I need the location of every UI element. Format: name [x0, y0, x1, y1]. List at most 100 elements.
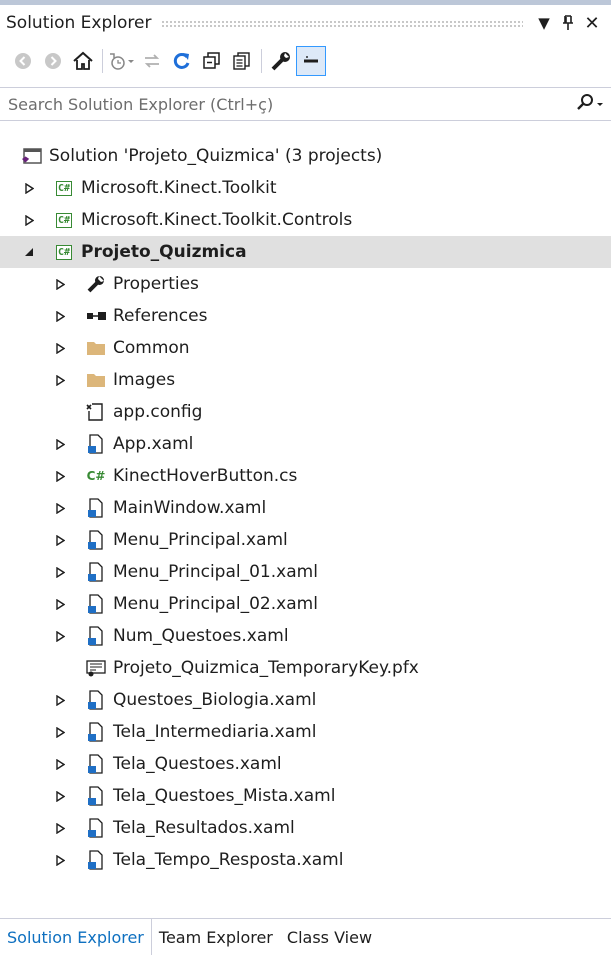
tree-item-folder[interactable]: Common [0, 332, 611, 364]
expand-arrow-icon[interactable] [52, 564, 68, 580]
tree-item-label: Common [113, 338, 190, 358]
back-icon[interactable] [8, 46, 38, 76]
search-icon[interactable] [575, 92, 595, 117]
tree-item-file[interactable]: Menu_Principal_02.xaml [0, 588, 611, 620]
xaml-file-icon [85, 721, 107, 743]
expand-arrow-icon[interactable] [52, 276, 68, 292]
tab-team-explorer[interactable]: Team Explorer [152, 919, 280, 955]
csharp-project-icon: C# [55, 244, 73, 260]
preview-selected-icon[interactable] [296, 46, 326, 76]
folder-icon [85, 369, 107, 391]
tree-item-file[interactable]: Menu_Principal_01.xaml [0, 556, 611, 588]
tree-item-file[interactable]: Num_Questoes.xaml [0, 620, 611, 652]
xaml-file-icon [85, 625, 107, 647]
expand-arrow-icon[interactable] [52, 372, 68, 388]
tree-item-file[interactable]: Menu_Principal.xaml [0, 524, 611, 556]
tree-item-label: Tela_Tempo_Resposta.xaml [113, 850, 344, 870]
tree-item-label: Tela_Questoes.xaml [113, 754, 282, 774]
tree-item-file[interactable]: Tela_Questoes_Mista.xaml [0, 780, 611, 812]
tab-solution-explorer[interactable]: Solution Explorer [0, 919, 152, 955]
sync-icon[interactable] [137, 46, 167, 76]
tree-item-file[interactable]: app.config [0, 396, 611, 428]
csharp-file-icon: C# [86, 469, 106, 483]
tree-item-label: Projeto_Quizmica [81, 242, 247, 262]
tree-item-label: Tela_Questoes_Mista.xaml [113, 786, 336, 806]
title-grip[interactable] [161, 19, 523, 27]
tree-item-project[interactable]: C# Microsoft.Kinect.Toolkit.Controls [0, 204, 611, 236]
refresh-icon[interactable] [167, 46, 197, 76]
expand-arrow-icon[interactable] [21, 212, 37, 228]
solution-tree: Solution 'Projeto_Quizmica' (3 projects)… [0, 140, 611, 876]
tree-item-properties[interactable]: Properties [0, 268, 611, 300]
tree-item-folder[interactable]: Images [0, 364, 611, 396]
expand-arrow-icon[interactable] [21, 180, 37, 196]
search-input[interactable] [0, 93, 575, 115]
tree-item-label: Questoes_Biologia.xaml [113, 690, 317, 710]
tree-item-file[interactable]: Tela_Questoes.xaml [0, 748, 611, 780]
tree-item-label: Solution 'Projeto_Quizmica' (3 projects) [49, 146, 383, 166]
show-all-files-icon[interactable] [227, 46, 257, 76]
references-icon [85, 305, 107, 327]
tree-item-label: Tela_Resultados.xaml [113, 818, 295, 838]
properties-icon[interactable] [266, 46, 296, 76]
xaml-file-icon [85, 593, 107, 615]
folder-icon [85, 337, 107, 359]
tree-item-file[interactable]: Tela_Resultados.xaml [0, 812, 611, 844]
tree-item-project[interactable]: C# Microsoft.Kinect.Toolkit [0, 172, 611, 204]
tree-item-file[interactable]: MainWindow.xaml [0, 492, 611, 524]
expand-arrow-icon[interactable] [52, 596, 68, 612]
wrench-icon [85, 273, 107, 295]
expand-arrow-icon[interactable] [52, 756, 68, 772]
expand-arrow-icon[interactable] [52, 788, 68, 804]
bottom-tab-strip: Solution Explorer Team Explorer Class Vi… [0, 918, 611, 955]
config-file-icon [85, 401, 107, 423]
xaml-file-icon [85, 817, 107, 839]
expand-arrow-icon[interactable] [52, 628, 68, 644]
search-options-dropdown-icon[interactable] [595, 94, 605, 114]
close-icon[interactable]: ✕ [581, 12, 603, 34]
toolbar-separator [261, 49, 262, 73]
tree-item-label: Properties [113, 274, 199, 294]
tree-item-label: Projeto_Quizmica_TemporaryKey.pfx [113, 658, 419, 678]
tree-item-label: Num_Questoes.xaml [113, 626, 289, 646]
collapse-arrow-icon[interactable] [21, 244, 37, 260]
xaml-file-icon [85, 689, 107, 711]
certificate-file-icon [85, 657, 107, 679]
expand-arrow-icon[interactable] [52, 500, 68, 516]
tree-item-references[interactable]: References [0, 300, 611, 332]
tree-item-file[interactable]: Tela_Intermediaria.xaml [0, 716, 611, 748]
title-bar[interactable]: Solution Explorer ▼ ✕ [0, 5, 611, 41]
expand-arrow-icon[interactable] [52, 692, 68, 708]
expand-arrow-icon[interactable] [52, 340, 68, 356]
tree-item-label: Menu_Principal_02.xaml [113, 594, 318, 614]
toolbar-separator [102, 49, 103, 73]
expand-arrow-icon[interactable] [52, 820, 68, 836]
window-menu-dropdown-icon[interactable]: ▼ [533, 12, 555, 34]
xaml-file-icon [85, 561, 107, 583]
tree-item-file[interactable]: Projeto_Quizmica_TemporaryKey.pfx [0, 652, 611, 684]
tree-item-file[interactable]: Questoes_Biologia.xaml [0, 684, 611, 716]
pin-icon[interactable] [557, 12, 579, 34]
expand-arrow-icon[interactable] [52, 532, 68, 548]
tab-class-view[interactable]: Class View [280, 919, 379, 955]
pending-changes-icon[interactable] [107, 46, 137, 76]
toolbar [0, 41, 611, 81]
tree-item-file[interactable]: App.xaml [0, 428, 611, 460]
xaml-file-icon [85, 849, 107, 871]
expand-arrow-icon[interactable] [52, 308, 68, 324]
tree-item-project-selected[interactable]: C# Projeto_Quizmica [0, 236, 611, 268]
forward-icon[interactable] [38, 46, 68, 76]
expand-arrow-icon[interactable] [52, 436, 68, 452]
tree-item-label: KinectHoverButton.cs [113, 466, 298, 486]
expand-arrow-icon[interactable] [52, 852, 68, 868]
collapse-all-icon[interactable] [197, 46, 227, 76]
home-icon[interactable] [68, 46, 98, 76]
tree-item-solution[interactable]: Solution 'Projeto_Quizmica' (3 projects) [0, 140, 611, 172]
tree-item-label: Microsoft.Kinect.Toolkit [81, 178, 277, 198]
expand-arrow-icon[interactable] [52, 724, 68, 740]
tree-item-file[interactable]: C# KinectHoverButton.cs [0, 460, 611, 492]
tree-item-file[interactable]: Tela_Tempo_Resposta.xaml [0, 844, 611, 876]
solution-icon [21, 145, 43, 167]
csharp-project-icon: C# [55, 180, 73, 196]
expand-arrow-icon[interactable] [52, 468, 68, 484]
